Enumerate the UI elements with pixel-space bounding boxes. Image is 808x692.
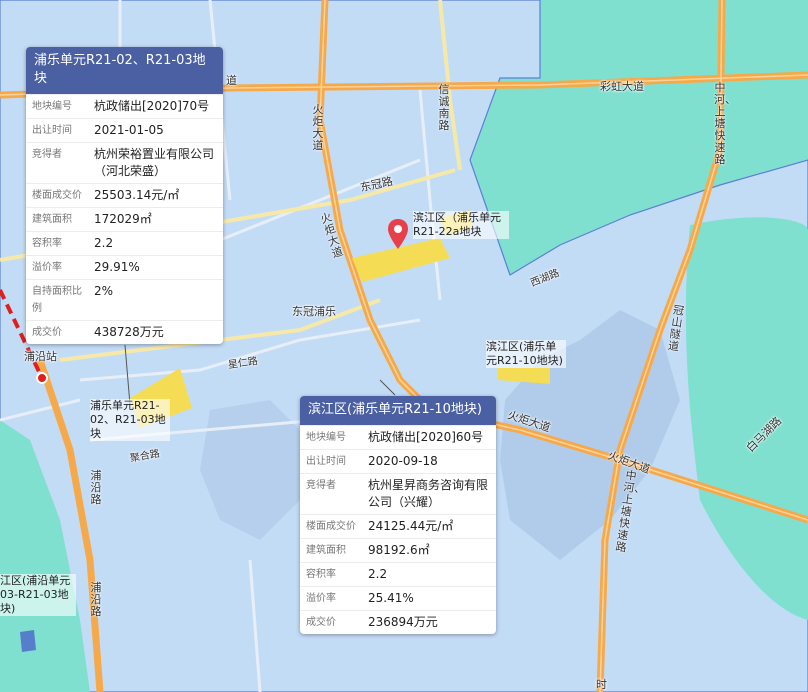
detail-key: 楼面成交价 — [26, 183, 88, 208]
plot-info-card[interactable]: 滨江区(浦乐单元R21-10地块) 地块编号 杭政储出[2020]60号 出让时间… — [300, 396, 496, 634]
detail-row: 出让时间 2020-09-18 — [300, 449, 496, 474]
detail-value: 杭政储出[2020]70号 — [88, 94, 223, 119]
detail-key: 建筑面积 — [26, 207, 88, 232]
road-label-puyan: 浦沿路 — [90, 469, 102, 506]
plot-info-card[interactable]: 浦乐单元R21-02、R21-03地块 地块编号 杭政储出[2020]70号 出让… — [26, 47, 223, 344]
detail-key: 楼面成交价 — [300, 514, 362, 539]
detail-row: 自持面积比例 2% — [26, 279, 223, 321]
detail-row: 容积率 2.2 — [26, 231, 223, 256]
detail-key: 出让时间 — [300, 449, 362, 474]
plot-label-r21-22a[interactable]: 滨江区（浦乐单元R21-22a地块 — [413, 211, 509, 239]
road-label-caihong: 彩虹大道 — [600, 80, 644, 93]
plot-label-r21-02-03[interactable]: 浦乐单元R21-02、R21-03地块 — [90, 399, 170, 441]
card-title: 滨江区(浦乐单元R21-10地块) — [300, 396, 496, 425]
plot-puyan-left — [20, 630, 36, 652]
detail-key: 容积率 — [300, 562, 362, 587]
road-label-xincheng: 信诚南路 — [438, 83, 450, 132]
detail-key: 容积率 — [26, 231, 88, 256]
detail-key: 竞得者 — [26, 142, 88, 184]
metro-station-marker[interactable] — [36, 372, 48, 384]
plot-label-r21-10[interactable]: 滨江区(浦乐单元R21-10地块) — [486, 340, 566, 368]
road-label-dao-fragment: 道 — [226, 74, 237, 87]
detail-value: 98192.6㎡ — [362, 538, 496, 563]
detail-row: 成交价 236894万元 — [300, 610, 496, 634]
detail-key: 成交价 — [26, 320, 88, 344]
detail-row: 楼面成交价 25503.14元/㎡ — [26, 183, 223, 208]
detail-row: 竞得者 杭州荣裕置业有限公司（河北荣盛） — [26, 142, 223, 184]
detail-key: 竞得者 — [300, 473, 362, 515]
detail-value: 172029㎡ — [88, 207, 223, 232]
detail-value: 2.2 — [88, 231, 223, 256]
detail-row: 出让时间 2021-01-05 — [26, 118, 223, 143]
plot-label-puyan-left[interactable]: 江区(浦沿单元 03-R21-03地块) — [0, 574, 76, 616]
location-pin-icon[interactable] — [388, 219, 408, 249]
detail-row: 竞得者 杭州星昇商务咨询有限公司（兴耀） — [300, 473, 496, 515]
detail-row: 地块编号 杭政储出[2020]60号 — [300, 425, 496, 450]
detail-row: 建筑面积 98192.6㎡ — [300, 538, 496, 563]
detail-key: 成交价 — [300, 610, 362, 634]
detail-value: 杭州荣裕置业有限公司（河北荣盛） — [88, 142, 223, 184]
detail-row: 建筑面积 172029㎡ — [26, 207, 223, 232]
road-label-puyan-2: 浦沿路 — [90, 581, 102, 618]
detail-row: 楼面成交价 24125.44元/㎡ — [300, 514, 496, 539]
card-title: 浦乐单元R21-02、R21-03地块 — [26, 47, 223, 94]
detail-row: 地块编号 杭政储出[2020]70号 — [26, 94, 223, 119]
detail-value: 236894万元 — [362, 610, 496, 634]
metro-station-label[interactable]: 浦沿站 — [24, 350, 57, 363]
detail-value: 25503.14元/㎡ — [88, 183, 223, 208]
card-details: 地块编号 杭政储出[2020]60号 出让时间 2020-09-18 竞得者 杭州星昇… — [300, 425, 496, 634]
detail-value: 杭政储出[2020]60号 — [362, 425, 496, 450]
card-details: 地块编号 杭政储出[2020]70号 出让时间 2021-01-05 竞得者 杭州荣裕… — [26, 94, 223, 344]
detail-key: 自持面积比例 — [26, 279, 88, 321]
detail-row: 容积率 2.2 — [300, 562, 496, 587]
detail-key: 溢价率 — [26, 255, 88, 280]
detail-key: 出让时间 — [26, 118, 88, 143]
detail-value: 2021-01-05 — [88, 118, 223, 143]
detail-value: 25.41% — [362, 586, 496, 611]
detail-row: 溢价率 25.41% — [300, 586, 496, 611]
detail-key: 地块编号 — [26, 94, 88, 119]
detail-value: 2.2 — [362, 562, 496, 587]
detail-value: 438728万元 — [88, 320, 223, 344]
road-label-shi-fragment: 时 — [596, 678, 607, 691]
detail-value: 2% — [88, 279, 223, 321]
detail-value: 杭州星昇商务咨询有限公司（兴耀） — [362, 473, 496, 515]
detail-value: 29.91% — [88, 255, 223, 280]
detail-value: 24125.44元/㎡ — [362, 514, 496, 539]
detail-key: 溢价率 — [300, 586, 362, 611]
road-label-dongguan-pule: 东冠浦乐 — [292, 305, 336, 318]
detail-row: 溢价率 29.91% — [26, 255, 223, 280]
road-label-zhonghe: 中河、上塘快速路 — [714, 81, 736, 166]
road-label-huoju-north: 火炬大道 — [312, 103, 324, 152]
detail-key: 建筑面积 — [300, 538, 362, 563]
detail-value: 2020-09-18 — [362, 449, 496, 474]
detail-key: 地块编号 — [300, 425, 362, 450]
detail-row: 成交价 438728万元 — [26, 320, 223, 344]
